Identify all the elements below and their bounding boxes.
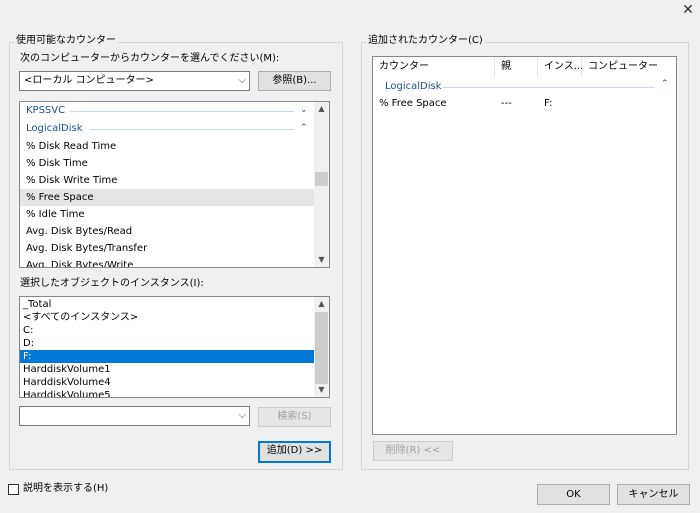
counter-item[interactable]: Avg. Disk Bytes/Read bbox=[20, 223, 316, 240]
scroll-thumb[interactable] bbox=[315, 312, 328, 384]
counter-item[interactable]: Avg. Disk Bytes/Transfer bbox=[20, 240, 316, 257]
delete-button[interactable]: 削除(R) << bbox=[373, 441, 453, 461]
group-separator bbox=[443, 87, 655, 88]
group-separator bbox=[70, 111, 294, 112]
scroll-up-icon[interactable]: ▲ bbox=[314, 102, 329, 116]
search-combo[interactable]: ⌵ bbox=[19, 406, 250, 426]
counter-group-kpssvc[interactable]: KPSSVC ⌄ bbox=[20, 102, 316, 119]
computer-combo[interactable]: <ローカル コンピューター> ⌵ bbox=[19, 71, 250, 91]
counter-scrollbar[interactable]: ▲ ▼ bbox=[314, 102, 329, 267]
instances-listbox[interactable]: _Total <すべてのインスタンス> C: D: F: HarddiskVol… bbox=[19, 296, 330, 398]
add-button[interactable]: 追加(D) >> bbox=[258, 441, 331, 463]
cancel-button[interactable]: キャンセル bbox=[617, 484, 690, 505]
search-button[interactable]: 検索(S) bbox=[258, 407, 331, 427]
counter-item[interactable]: % Disk Read Time bbox=[20, 138, 316, 155]
instance-item[interactable]: HarddiskVolume1 bbox=[20, 363, 316, 376]
close-icon[interactable]: ✕ bbox=[679, 2, 697, 18]
instance-item[interactable]: _Total bbox=[20, 298, 316, 311]
counter-group-label: LogicalDisk bbox=[26, 123, 83, 134]
counter-item[interactable]: % Disk Time bbox=[20, 155, 316, 172]
table-row[interactable]: % Free Space --- F: bbox=[373, 96, 676, 112]
counter-item[interactable]: % Idle Time bbox=[20, 206, 316, 223]
show-description-checkbox[interactable] bbox=[8, 484, 19, 495]
scroll-thumb[interactable] bbox=[315, 172, 328, 186]
scroll-up-icon[interactable]: ▲ bbox=[314, 297, 329, 311]
column-header-counter[interactable]: カウンター bbox=[373, 57, 495, 77]
show-description-label[interactable]: 説明を表示する(H) bbox=[23, 483, 108, 495]
cell-instance: F: bbox=[544, 98, 553, 109]
computer-select-label: 次のコンピューターからカウンターを選んでください(M): bbox=[20, 53, 280, 64]
counter-item[interactable]: Avg. Disk Bytes/Write bbox=[20, 257, 316, 267]
added-group-label: LogicalDisk bbox=[385, 81, 442, 92]
counter-item[interactable]: % Disk Write Time bbox=[20, 172, 316, 189]
added-counters-legend: 追加されたカウンター(C) bbox=[366, 35, 485, 47]
counter-listbox[interactable]: KPSSVC ⌄ LogicalDisk ⌃ % Disk Read Time … bbox=[19, 101, 330, 268]
instance-item-selected[interactable]: F: bbox=[20, 350, 316, 363]
instance-item[interactable]: <すべてのインスタンス> bbox=[20, 311, 316, 324]
chevron-down-icon: ⌵ bbox=[238, 410, 246, 421]
instance-item[interactable]: D: bbox=[20, 337, 316, 350]
counter-group-logicaldisk[interactable]: LogicalDisk ⌃ bbox=[20, 120, 316, 137]
computer-combo-value: <ローカル コンピューター> bbox=[24, 75, 154, 86]
added-counters-table[interactable]: カウンター 親 インス... コンピューター LogicalDisk ⌃ % F… bbox=[372, 56, 677, 435]
scroll-down-icon[interactable]: ▼ bbox=[314, 383, 329, 397]
instances-scrollbar[interactable]: ▲ ▼ bbox=[314, 297, 329, 397]
instances-label: 選択したオブジェクトのインスタンス(I): bbox=[20, 278, 204, 289]
scroll-down-icon[interactable]: ▼ bbox=[314, 253, 329, 267]
cell-parent: --- bbox=[501, 98, 512, 109]
column-header-computer[interactable]: コンピューター bbox=[582, 57, 676, 77]
added-group-row-logicaldisk[interactable]: LogicalDisk ⌃ bbox=[373, 78, 676, 95]
column-header-parent[interactable]: 親 bbox=[495, 57, 538, 77]
counter-group-label: KPSSVC bbox=[26, 105, 66, 116]
counter-item[interactable]: % Free Space bbox=[20, 189, 316, 206]
cell-counter: % Free Space bbox=[379, 98, 447, 109]
chevron-up-icon[interactable]: ⌃ bbox=[661, 79, 669, 89]
chevron-up-icon[interactable]: ⌃ bbox=[300, 120, 308, 137]
available-counters-legend: 使用可能なカウンター bbox=[14, 35, 118, 47]
instance-item[interactable]: HarddiskVolume4 bbox=[20, 376, 316, 389]
browse-button[interactable]: 参照(B)... bbox=[258, 71, 331, 91]
chevron-down-icon[interactable]: ⌄ bbox=[300, 102, 308, 119]
instance-item[interactable]: HarddiskVolume5 bbox=[20, 389, 316, 397]
group-separator bbox=[90, 129, 294, 130]
chevron-down-icon: ⌵ bbox=[238, 75, 246, 86]
column-header-instance[interactable]: インス... bbox=[538, 57, 583, 77]
ok-button[interactable]: OK bbox=[537, 484, 610, 505]
instance-item[interactable]: C: bbox=[20, 324, 316, 337]
